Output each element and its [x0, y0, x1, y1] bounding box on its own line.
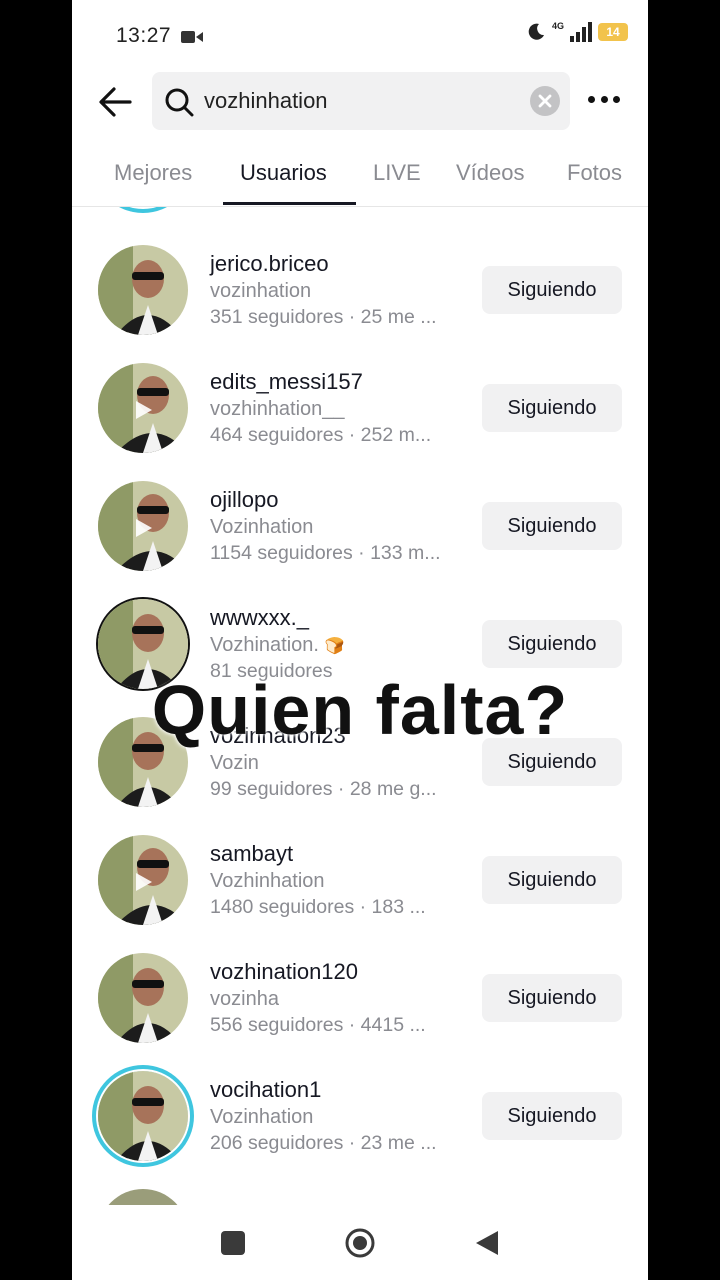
more-options-button[interactable] [588, 96, 620, 106]
username[interactable]: vozhination120 [210, 959, 358, 985]
tab-mejores[interactable]: Mejores [114, 160, 192, 186]
overlay-caption: Quien falta? [151, 671, 569, 749]
following-button[interactable]: Siguiendo [482, 620, 622, 668]
avatar[interactable] [98, 481, 188, 571]
avatar[interactable] [98, 953, 188, 1043]
display-name: vozhinhation__ [210, 398, 345, 420]
username[interactable]: sambayt [210, 841, 293, 867]
video-camera-icon [181, 31, 203, 43]
follower-meta: 1154 seguidores · 133 m... [210, 542, 441, 564]
battery-indicator: 14 [598, 23, 628, 41]
result-tabs: Mejores Usuarios LIVE Vídeos Fotos [72, 150, 648, 207]
avatar[interactable] [98, 835, 188, 925]
user-row[interactable]: jerico.briceo vozinhation 351 seguidores… [72, 231, 648, 349]
user-row[interactable]: vozhination120 vozinha 556 seguidores · … [72, 939, 648, 1057]
system-nav-bar [72, 1205, 648, 1280]
display-name: Vozhinhation [210, 870, 325, 892]
user-row[interactable]: vocihation1 Vozinhation 206 seguidores ·… [72, 1057, 648, 1175]
display-name: Vozin [210, 752, 259, 774]
bread-icon: 🍞 [324, 638, 345, 655]
back-arrow-icon[interactable] [96, 84, 136, 120]
user-row-partial-top [72, 207, 648, 221]
avatar[interactable] [98, 245, 188, 335]
avatar[interactable] [98, 1189, 188, 1205]
follower-meta: 351 seguidores · 25 me ... [210, 306, 437, 328]
following-button[interactable]: Siguiendo [482, 856, 622, 904]
avatar-live-ring[interactable] [98, 1071, 188, 1161]
dot [600, 96, 608, 103]
display-name-text: Vozhination. [210, 634, 319, 656]
user-row[interactable]: edits_messi157 vozhinhation__ 464 seguid… [72, 349, 648, 467]
following-button[interactable]: Siguiendo [482, 1092, 622, 1140]
tab-videos[interactable]: Vídeos [456, 160, 525, 186]
user-row-partial-bottom [72, 1175, 648, 1205]
following-button[interactable]: Siguiendo [482, 502, 622, 550]
username[interactable]: ojillopo [210, 487, 279, 513]
home-button[interactable] [344, 1227, 376, 1259]
follower-meta: 1480 seguidores · 183 ... [210, 896, 426, 918]
user-row[interactable]: ojillopo Vozinhation 1154 seguidores · 1… [72, 467, 648, 585]
username[interactable]: jerico.briceo [210, 251, 329, 277]
search-icon [165, 88, 194, 117]
moon-icon [528, 23, 544, 40]
search-header [72, 72, 648, 132]
tab-live[interactable]: LIVE [373, 160, 421, 186]
clear-search-button[interactable] [530, 86, 560, 116]
display-name: Vozhination. 🍞 [210, 634, 344, 657]
following-button[interactable]: Siguiendo [482, 266, 622, 314]
following-button[interactable]: Siguiendo [482, 974, 622, 1022]
username[interactable]: edits_messi157 [210, 369, 363, 395]
username[interactable]: wwwxxx._ [210, 605, 309, 631]
display-name: Vozinhation [210, 516, 314, 538]
network-type-label: 4G [551, 21, 564, 31]
status-bar: 13:27 4G 14 [72, 0, 648, 72]
screen: 13:27 4G 14 vozhinhation Mejores Usuario… [72, 0, 648, 1280]
display-name: vozinhation [210, 280, 312, 302]
display-name: Vozinhation [210, 1106, 314, 1128]
display-name: vozinha [210, 988, 279, 1010]
dot [613, 96, 620, 103]
following-button[interactable]: Siguiendo [482, 384, 622, 432]
dot [588, 96, 595, 103]
follower-meta: 556 seguidores · 4415 ... [210, 1014, 426, 1036]
tab-fotos[interactable]: Fotos [567, 160, 622, 186]
follower-meta: 464 seguidores · 252 m... [210, 424, 432, 446]
avatar[interactable] [98, 363, 188, 453]
follower-meta: 206 seguidores · 23 me ... [210, 1132, 437, 1154]
status-time: 13:27 [116, 24, 172, 47]
active-tab-indicator [223, 202, 356, 205]
search-input[interactable] [204, 72, 524, 130]
follower-meta: 99 seguidores · 28 me g... [210, 778, 437, 800]
tab-usuarios[interactable]: Usuarios [240, 160, 327, 186]
recent-apps-button[interactable] [221, 1231, 245, 1255]
user-row[interactable]: sambayt Vozhinhation 1480 seguidores · 1… [72, 821, 648, 939]
back-triangle-icon[interactable] [474, 1230, 500, 1256]
search-bar[interactable] [152, 72, 570, 130]
username[interactable]: vocihation1 [210, 1077, 321, 1103]
status-icons: 4G 14 [526, 21, 628, 42]
close-icon [538, 94, 552, 108]
signal-icon [570, 22, 592, 42]
